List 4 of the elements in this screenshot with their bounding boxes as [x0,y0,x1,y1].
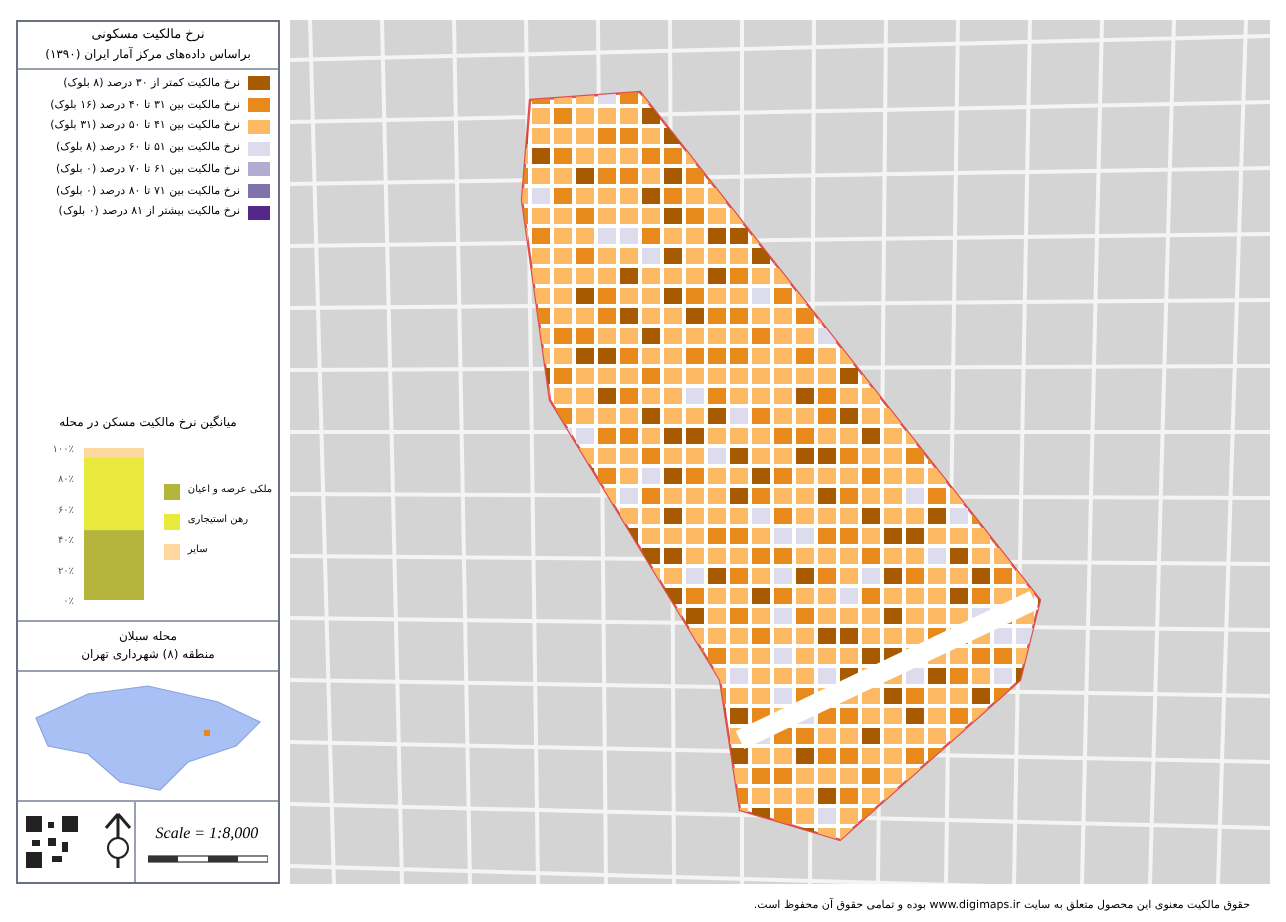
qr-code-icon [26,816,78,868]
north-arrow-icon [102,812,134,872]
scale-bar-drawing [147,853,267,863]
scale-text: Scale = 1:8,000 [155,821,259,845]
